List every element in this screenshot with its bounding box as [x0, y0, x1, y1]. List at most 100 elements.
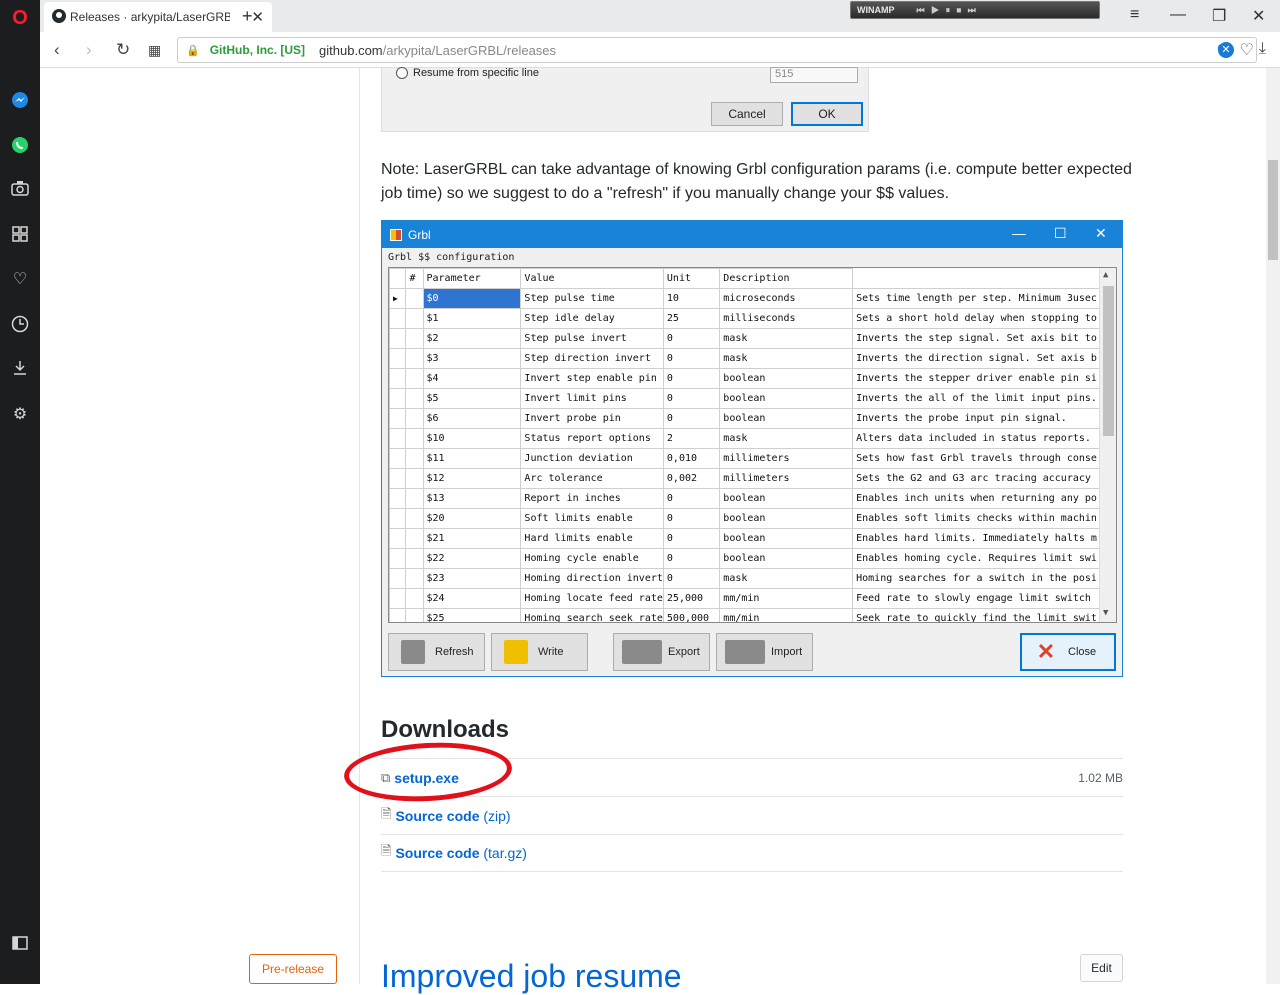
downloads-icon[interactable] — [10, 358, 30, 378]
table-cell: Sets how fast Grbl travels through conse… — [852, 448, 1116, 469]
table-header: # Parameter Value Unit Description — [389, 268, 1116, 289]
table-cell: $10 — [422, 428, 522, 449]
reload-icon[interactable]: ↻ — [116, 40, 130, 60]
download-icon[interactable]: ⤓ — [1259, 40, 1266, 58]
whatsapp-icon[interactable] — [10, 135, 30, 155]
messenger-icon[interactable] — [10, 90, 30, 110]
release-timeline-line — [359, 68, 360, 984]
table-cell: Sets time length per step. Minimum 3usec… — [852, 288, 1116, 309]
table-cell: 0,010 — [662, 448, 721, 469]
new-tab-icon[interactable]: + — [242, 6, 253, 27]
release-title-link[interactable]: Improved job resume — [381, 958, 682, 995]
source-targz-link[interactable]: Source code (tar.gz) — [395, 845, 527, 861]
table-cell: millimeters — [719, 468, 854, 489]
close-button: ✕ Close — [1020, 633, 1116, 671]
table-cell: 10 — [662, 288, 721, 309]
table-cell: Step pulse time — [520, 288, 664, 309]
table-row: $13 Report in inches 0 boolean Enables inch … — [389, 488, 1116, 509]
page-scroll-thumb[interactable] — [1268, 160, 1278, 260]
settings-icon[interactable]: ⚙ — [10, 404, 30, 424]
table-row: $4 Invert step enable pin 0 boolean Inverts … — [389, 368, 1116, 389]
source-label: Source code — [395, 845, 480, 861]
table-row: $12 Arc tolerance 0,002 millimeters Sets the… — [389, 468, 1116, 489]
restore-icon[interactable]: ❐ — [1212, 6, 1226, 26]
import-button: Import — [716, 633, 813, 671]
tabs-overview-icon[interactable]: ▦ — [148, 42, 161, 59]
table-cell: boolean — [719, 408, 854, 429]
certificate-label[interactable]: GitHub, Inc. [US] — [210, 43, 305, 57]
tab-releases[interactable]: Releases · arkypita/LaserGRBL ✕ — [44, 2, 272, 32]
row-header-cell — [389, 588, 407, 609]
camera-icon[interactable] — [10, 178, 30, 198]
table-cell: Homing cycle enable — [520, 548, 664, 569]
refresh-button: Refresh — [388, 633, 485, 671]
row-header-cell — [389, 268, 407, 289]
url-path: /arkypita/LaserGRBL/releases — [382, 42, 557, 58]
radio-icon — [396, 67, 408, 79]
forward-icon[interactable]: › — [86, 40, 92, 60]
bookmark-heart-icon[interactable]: ♡ — [1240, 40, 1254, 60]
winamp-controls[interactable]: ⏮ ▶ ⏸ ⏹ ⏭ — [917, 5, 978, 16]
zip-suffix: (zip) — [483, 807, 511, 824]
table-cell: boolean — [719, 528, 854, 549]
table-cell: Alters data included in status reports. — [852, 428, 1116, 449]
export-label: Export — [668, 646, 700, 658]
import-label: Import — [771, 646, 803, 658]
downloads-heading: Downloads — [381, 716, 510, 743]
column-header: Parameter — [422, 268, 522, 289]
table-row: $23 Homing direction invert 0 mask Homing se… — [389, 568, 1116, 589]
table-cell: Inverts the stepper driver enable pin si… — [852, 368, 1116, 389]
browser-sidebar: O ♡ ⚙ — [0, 0, 40, 984]
row-index-cell — [405, 408, 424, 429]
menu-icon[interactable]: ≡ — [1130, 6, 1139, 24]
download-row-targz: 🗎 Source code (tar.gz) — [381, 834, 1123, 872]
table-cell: 0 — [662, 568, 721, 589]
note-text: Note: LaserGRBL can take advantage of kn… — [381, 161, 1132, 202]
sidebar-toggle-icon[interactable] — [10, 933, 30, 953]
grbl-title: Grbl — [408, 227, 431, 242]
row-index-cell — [405, 428, 424, 449]
table-cell: $13 — [422, 488, 522, 509]
row-index-cell — [405, 368, 424, 389]
close-window-icon[interactable]: ✕ — [1252, 6, 1265, 26]
heart-icon[interactable]: ♡ — [10, 269, 30, 289]
table-cell: mask — [719, 428, 854, 449]
close-icon: ✕ — [1095, 225, 1107, 241]
speed-dial-icon[interactable] — [10, 224, 30, 244]
import-icon — [725, 640, 765, 664]
history-icon[interactable] — [10, 314, 30, 334]
write-label: Write — [538, 646, 564, 658]
table-row: $24 Homing locate feed rate 25,000 mm/min Fe… — [389, 588, 1116, 609]
export-icon — [622, 640, 662, 664]
close-tab-icon[interactable]: ✕ — [251, 8, 264, 26]
table-cell: Homing locate feed rate — [520, 588, 664, 609]
table-cell: Homing search seek rate — [520, 608, 664, 622]
table-cell: mask — [719, 328, 854, 349]
table-cell: $24 — [422, 588, 522, 609]
row-header-cell — [389, 308, 407, 329]
adblock-icon[interactable]: ✕ — [1218, 42, 1234, 58]
table-cell: Feed rate to slowly engage limit switch … — [852, 588, 1116, 609]
table-cell: Enables soft limits checks within machin… — [852, 508, 1116, 529]
back-icon[interactable]: ‹ — [54, 40, 60, 60]
url-text[interactable]: github.com/arkypita/LaserGRBL/releases — [319, 43, 556, 58]
table-cell: 500,000 — [662, 608, 721, 622]
pre-release-badge: Pre-release — [249, 954, 337, 984]
resume-radio: Resume from specific line — [396, 67, 539, 79]
refresh-label: Refresh — [435, 646, 474, 658]
minimize-icon[interactable]: — — [1170, 6, 1186, 24]
winamp-bar[interactable]: WINAMP ⏮ ▶ ⏸ ⏹ ⏭ — [850, 1, 1100, 19]
row-index-cell — [405, 388, 424, 409]
winamp-label: WINAMP — [857, 5, 895, 15]
url-field[interactable]: 🔒 GitHub, Inc. [US] github.com/arkypita/… — [177, 37, 1257, 63]
file-size: 1.02 MB — [1078, 770, 1123, 785]
export-button: Export — [613, 633, 710, 671]
source-zip-link[interactable]: Source code (zip) — [395, 808, 510, 824]
table-cell: Status report options — [520, 428, 664, 449]
table-cell: $0 — [422, 288, 522, 309]
table-cell: Invert step enable pin — [520, 368, 664, 389]
edit-button[interactable]: Edit — [1080, 954, 1123, 982]
opera-logo-icon[interactable]: O — [10, 7, 30, 29]
page-scrollbar[interactable] — [1266, 68, 1280, 984]
table-cell: $25 — [422, 608, 522, 622]
